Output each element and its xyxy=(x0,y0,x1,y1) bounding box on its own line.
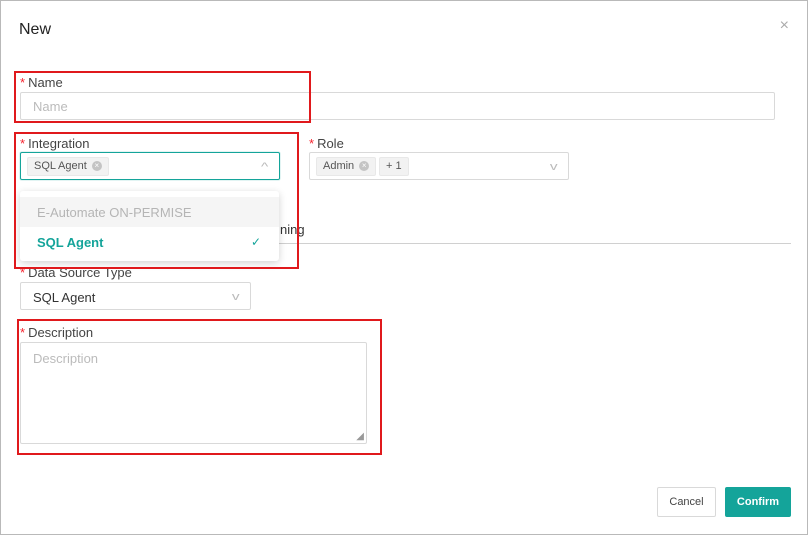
option-label: E-Automate ON-PERMISE xyxy=(37,205,192,220)
close-icon[interactable]: × xyxy=(780,17,789,35)
data-source-label: * Data Source Type xyxy=(20,265,132,280)
tag-remove-icon[interactable]: × xyxy=(91,161,102,171)
chevron-down-icon: v xyxy=(549,161,558,173)
integration-dropdown: E-Automate ON-PERMISE SQL Agent ✓ xyxy=(20,191,279,261)
description-label: * Description xyxy=(20,325,93,340)
data-source-select[interactable]: SQL Agent v xyxy=(20,282,251,310)
chevron-up-icon: ^ xyxy=(260,161,269,173)
integration-tag-label: SQL Agent xyxy=(34,160,87,172)
integration-label-text: Integration xyxy=(28,136,90,151)
name-label: * Name xyxy=(20,75,63,90)
required-mark: * xyxy=(20,325,26,340)
role-label: * Role xyxy=(309,136,344,151)
required-mark: * xyxy=(20,75,26,90)
role-select[interactable]: Admin × + 1 v xyxy=(309,152,569,180)
cancel-button[interactable]: Cancel xyxy=(657,487,716,517)
name-label-text: Name xyxy=(28,75,63,90)
confirm-button[interactable]: Confirm xyxy=(725,487,791,517)
data-source-label-text: Data Source Type xyxy=(28,265,132,280)
dialog-title: New xyxy=(19,21,52,38)
resize-handle-icon[interactable]: ◢ xyxy=(356,431,364,442)
option-sql-agent[interactable]: SQL Agent ✓ xyxy=(20,227,279,257)
tag-remove-icon[interactable]: × xyxy=(359,161,370,171)
required-mark: * xyxy=(20,265,26,280)
role-label-text: Role xyxy=(317,136,344,151)
option-label: SQL Agent xyxy=(37,235,104,250)
role-tag-label: Admin xyxy=(323,160,355,172)
chevron-down-icon: v xyxy=(231,291,240,303)
integration-select[interactable]: SQL Agent × ^ xyxy=(20,152,280,180)
data-source-value: SQL Agent xyxy=(33,290,96,305)
tab-label-partial[interactable]: ning xyxy=(280,222,305,237)
description-placeholder: Description xyxy=(33,351,99,366)
new-dialog: New × * Name Name * Integration SQL Agent ×… xyxy=(0,0,808,535)
role-more-tag: + 1 xyxy=(379,157,409,176)
required-mark: * xyxy=(20,136,26,151)
role-tag: Admin × xyxy=(316,157,377,176)
name-input[interactable]: Name xyxy=(20,92,775,120)
required-mark: * xyxy=(309,136,315,151)
option-e-automate: E-Automate ON-PERMISE xyxy=(20,197,279,227)
description-textarea[interactable]: Description ◢ xyxy=(20,342,367,444)
integration-tag: SQL Agent × xyxy=(27,157,109,176)
description-label-text: Description xyxy=(28,325,94,340)
integration-label: * Integration xyxy=(20,136,90,151)
check-icon: ✓ xyxy=(250,235,261,249)
